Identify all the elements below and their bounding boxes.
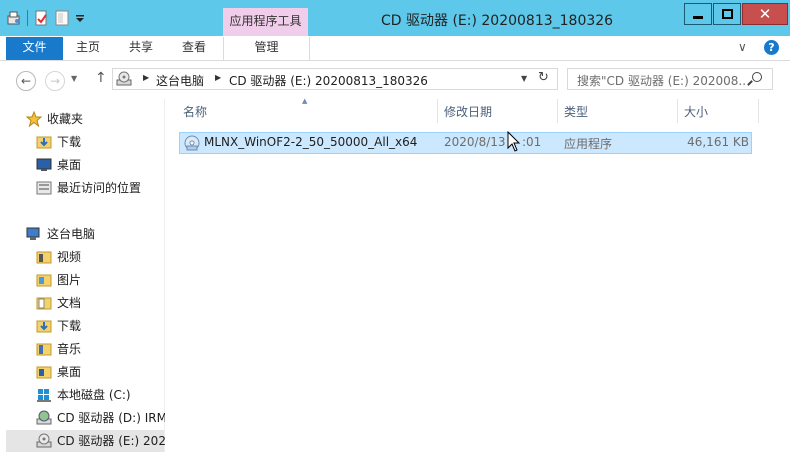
tab-manage[interactable]: 管理 [223, 37, 310, 60]
tab-view[interactable]: 查看 [168, 37, 220, 60]
installer-app-icon [184, 135, 200, 151]
column-header-size[interactable]: 大小 [684, 101, 708, 123]
breadcrumb-cd-drive[interactable]: CD 驱动器 (E:) 20200813_180326 [229, 72, 428, 89]
quick-access-toolbar [6, 8, 85, 28]
properties-icon[interactable] [6, 10, 22, 26]
windows-drive-icon [36, 387, 52, 403]
nav-desktop-label: 桌面 [57, 365, 82, 379]
mouse-cursor-icon [507, 130, 521, 153]
application-tools-context-label: 应用程序工具 [223, 8, 308, 36]
nav-fav-downloads-label: 下载 [57, 135, 82, 149]
file-size: 46,161 KB [687, 135, 749, 149]
maximize-icon [721, 9, 733, 19]
refresh-icon[interactable]: ↻ [538, 70, 549, 85]
maximize-button[interactable] [713, 3, 741, 25]
downloads-folder-icon [36, 134, 52, 150]
downloads-folder-icon [36, 318, 52, 334]
nav-favorites-label: 收藏夹 [47, 112, 84, 126]
pictures-folder-icon [36, 272, 52, 288]
nav-cd-drive-d-label: CD 驱动器 (D:) IRM [57, 411, 167, 425]
nav-local-disk-c-label: 本地磁盘 (C:) [57, 388, 131, 402]
file-time: :01 [522, 135, 542, 149]
close-button[interactable]: ✕ [742, 3, 788, 25]
forward-button[interactable]: → [45, 71, 65, 91]
tab-file[interactable]: 文件 [6, 37, 63, 60]
customize-dropdown-icon[interactable] [75, 10, 85, 26]
vertical-scrollbar[interactable] [776, 99, 790, 452]
cd-drive-icon [36, 410, 52, 426]
breadcrumb-this-pc[interactable]: 这台电脑 [156, 72, 204, 89]
column-header-type[interactable]: 类型 [564, 101, 588, 123]
nav-fav-recent-label: 最近访问的位置 [57, 181, 142, 195]
sort-ascending-icon: ▲ [302, 97, 308, 105]
toolbar-separator [27, 10, 28, 26]
computer-icon [26, 226, 42, 242]
back-button[interactable]: ← [16, 71, 36, 91]
file-date: 2020/8/13 [444, 135, 506, 149]
breadcrumb-separator-icon[interactable]: ▶ [143, 73, 149, 82]
nav-this-pc-label: 这台电脑 [47, 227, 96, 241]
column-divider[interactable] [677, 99, 678, 123]
desktop-icon [36, 157, 52, 173]
minimize-button[interactable] [684, 3, 712, 25]
help-icon[interactable]: ? [764, 40, 779, 55]
tab-home[interactable]: 主页 [63, 37, 113, 60]
column-header-name[interactable]: 名称 [183, 101, 207, 123]
column-header-date[interactable]: 修改日期 [444, 101, 492, 123]
file-name: MLNX_WinOF2-2_50_50000_All_x64 [204, 135, 418, 149]
breadcrumb-separator-icon[interactable]: ▶ [215, 73, 221, 82]
nav-documents-label: 文档 [57, 296, 82, 310]
nav-fav-desktop-label: 桌面 [57, 158, 82, 172]
star-icon [25, 110, 43, 128]
properties-check-icon[interactable] [33, 10, 49, 26]
column-divider[interactable] [437, 99, 438, 123]
expand-ribbon-icon[interactable]: ∨ [738, 40, 747, 54]
nav-pictures-label: 图片 [57, 273, 82, 287]
recent-places-icon [36, 180, 52, 196]
file-type: 应用程序 [564, 137, 613, 151]
minimize-icon [693, 16, 703, 19]
address-dropdown-icon[interactable]: ▼ [521, 74, 527, 83]
tab-share[interactable]: 共享 [115, 37, 167, 60]
documents-folder-icon [36, 295, 52, 311]
column-divider[interactable] [758, 99, 759, 123]
nav-downloads-label: 下载 [57, 319, 82, 333]
cd-drive-icon [116, 71, 132, 87]
cd-drive-icon [36, 433, 52, 449]
recent-locations-dropdown-icon[interactable]: ▼ [71, 74, 77, 83]
music-folder-icon [36, 341, 52, 357]
new-folder-icon[interactable] [54, 10, 70, 26]
up-level-button[interactable]: ↑ [95, 70, 107, 86]
nav-music-label: 音乐 [57, 342, 82, 356]
desktop-folder-icon [36, 364, 52, 380]
search-input[interactable]: 搜索"CD 驱动器 (E:) 202008... [577, 72, 747, 89]
nav-videos-label: 视频 [57, 250, 82, 264]
window-title: CD 驱动器 (E:) 20200813_180326 [381, 13, 614, 29]
nav-cd-drive-e-label: CD 驱动器 (E:) 2020 [57, 434, 174, 448]
search-icon[interactable] [752, 72, 762, 82]
videos-folder-icon [36, 249, 52, 265]
column-divider[interactable] [557, 99, 558, 123]
